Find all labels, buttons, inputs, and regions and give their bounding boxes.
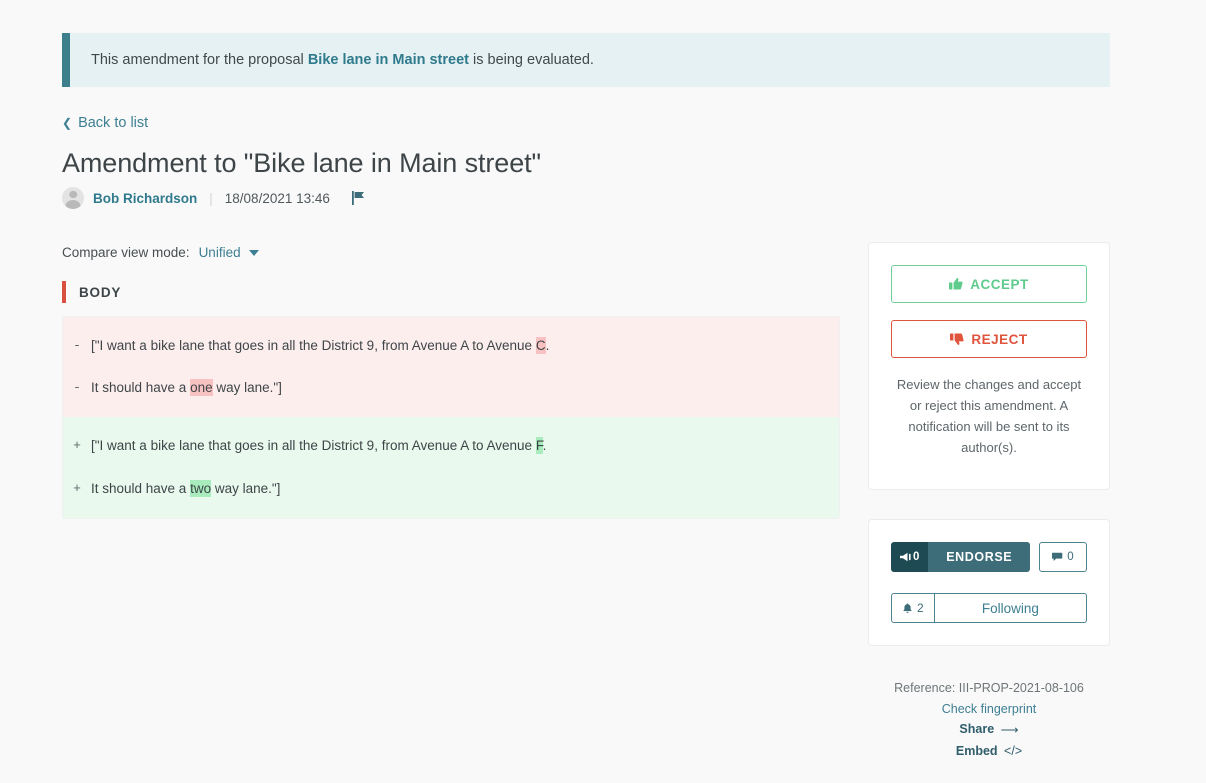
comments-button[interactable]: 0 [1039,542,1087,572]
diff-removed-group: - ["I want a bike lane that goes in all … [63,317,839,418]
bell-icon [902,603,913,614]
accept-button-label: ACCEPT [970,276,1029,292]
accept-button[interactable]: ACCEPT [891,265,1087,303]
chevron-left-icon: ❮ [62,116,73,130]
follow-button[interactable]: Following [935,594,1086,622]
diff-text-before: It should have a [91,480,191,496]
amendment-actions-card: ACCEPT REJECT Review the changes and acc… [868,242,1110,491]
chevron-down-icon [248,249,259,256]
thumbs-up-icon-svg [949,278,963,290]
endorse-control[interactable]: 0 ENDORSE [891,542,1030,572]
diff-text-before: It should have a [91,380,191,396]
diff-highlight: two [190,479,212,497]
embed-label: Embed [955,743,998,758]
endorse-button[interactable]: ENDORSE [928,542,1030,572]
diff-text-before: ["I want a bike lane that goes in all th… [91,438,536,454]
followers-count: 2 [917,601,924,615]
reject-button-label: REJECT [971,331,1028,347]
compare-view-mode-label: Compare view mode: [62,245,190,260]
diff-line-added: + It should have a two way lane."] [63,468,839,510]
diff-highlight: F [535,437,543,455]
diff-highlight: C [535,337,546,354]
thumbs-up-icon [949,277,963,291]
diff-sign: + [73,480,81,496]
flag-icon-svg [351,191,364,205]
publish-date: 18/08/2021 13:46 [224,190,330,206]
comment-icon [1051,552,1063,562]
diff-line-removed: - It should have a one way lane."] [63,367,839,409]
back-to-list-link[interactable]: ❮ Back to list [62,115,148,131]
share-link[interactable]: Share ⟶ [868,719,1110,740]
share-label: Share [959,722,995,737]
author-name-link[interactable]: Bob Richardson [93,191,197,206]
author-meta-row: Bob Richardson | 18/08/2021 13:46 [62,187,365,209]
endorsements-count-badge: 0 [891,542,929,572]
flag-icon[interactable] [351,191,365,205]
compare-view-mode-value: Unified [198,245,241,260]
reject-button[interactable]: REJECT [891,320,1087,358]
diff-added-group: + ["I want a bike lane that goes in all … [63,417,839,518]
diff-highlight: one [190,379,213,397]
diff-text: It should have a one way lane."] [91,379,294,397]
diff-text-before: ["I want a bike lane that goes in all th… [91,338,536,353]
callout-suffix: is being evaluated. [468,51,594,68]
reference-line: Reference: III-PROP-2021-08-106 [894,681,1084,695]
diff-viewer: - ["I want a bike lane that goes in all … [62,316,840,519]
diff-text: It should have a two way lane."] [91,479,292,498]
diff-text-after: way lane."] [211,480,281,496]
thumbs-down-icon-svg [950,333,964,345]
body-section-label: BODY [79,284,122,300]
megaphone-icon [900,552,911,562]
evaluation-callout: This amendment for the proposal Bike lan… [62,33,1110,87]
megaphone-icon-svg [900,552,911,562]
check-fingerprint-link[interactable]: Check fingerprint [868,699,1110,720]
endorsements-count: 0 [913,551,920,563]
diff-sign: - [73,380,81,396]
diff-sign: - [73,338,81,353]
compare-view-mode-select[interactable]: Unified [199,245,259,260]
amendment-page: This amendment for the proposal Bike lan… [0,0,1206,783]
heading-accent-bar [62,281,66,303]
diff-text-after: . [545,338,550,353]
comments-count: 0 [1067,551,1074,563]
endorse-row: 0 ENDORSE 0 [891,542,1087,572]
body-section-heading: BODY [62,281,121,303]
back-to-list-label: Back to list [78,115,149,131]
follow-control: 2 Following [891,593,1087,623]
compare-view-mode-row: Compare view mode: Unified [62,245,259,260]
bell-icon-svg [903,603,912,613]
diff-text: ["I want a bike lane that goes in all th… [91,437,558,455]
avatar-icon [62,187,84,209]
comment-icon-svg [1051,552,1063,561]
followers-count-badge: 2 [892,594,935,622]
diff-text: ["I want a bike lane that goes in all th… [91,337,561,355]
diff-line-removed: - ["I want a bike lane that goes in all … [63,325,839,367]
diff-text-after: . [542,438,547,454]
actions-help-text: Review the changes and accept or reject … [896,377,1082,456]
callout-prefix: This amendment for the proposal [91,51,308,68]
reference-block: Reference: III-PROP-2021-08-106 Check fi… [868,678,1110,762]
diff-sign: + [73,438,81,454]
callout-text: This amendment for the proposal Bike lan… [70,50,594,70]
diff-text-after: way lane."] [212,380,282,396]
proposal-link[interactable]: Bike lane in Main street [308,52,469,68]
diff-line-added: + ["I want a bike lane that goes in all … [63,425,839,467]
embed-link[interactable]: Embed </> [868,741,1110,762]
meta-separator: | [209,190,213,206]
social-actions-card: 0 ENDORSE 0 2 Following [868,519,1110,646]
page-title: Amendment to "Bike lane in Main street" [62,148,542,178]
thumbs-down-icon [950,332,964,346]
